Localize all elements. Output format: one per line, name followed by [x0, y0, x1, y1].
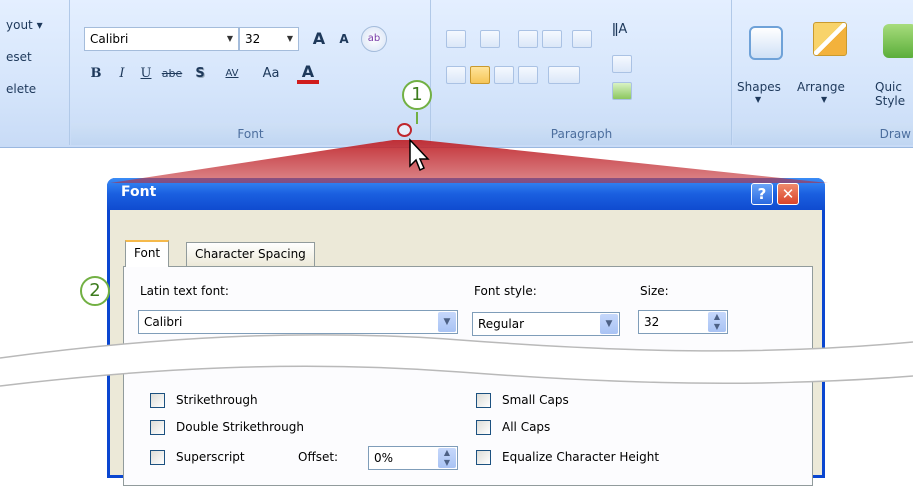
paragraph-group: ǁA Paragraph — [432, 0, 732, 145]
text-direction-icon[interactable]: ǁA — [612, 22, 632, 44]
chevron-down-icon: ▼ — [755, 95, 762, 104]
double-strikethrough-label: Double Strikethrough — [176, 420, 304, 434]
align-right-icon[interactable] — [494, 66, 514, 84]
torn-edge-break — [0, 334, 913, 387]
numbering-icon[interactable] — [480, 30, 500, 48]
font-name-value: Calibri — [90, 32, 129, 46]
callout-1: 1 — [402, 80, 432, 110]
offset-label: Offset: — [298, 450, 339, 464]
line-spacing-icon[interactable] — [572, 30, 592, 48]
bullets-icon[interactable] — [446, 30, 466, 48]
font-group-label: Font — [71, 123, 430, 145]
font-color-button[interactable]: A — [297, 60, 319, 84]
superscript-label: Superscript — [176, 450, 245, 464]
double-strikethrough-checkbox[interactable] — [150, 420, 165, 435]
dialog-title: Font — [121, 184, 157, 200]
shrink-font-button[interactable]: A — [333, 27, 355, 51]
callout-2: 2 — [80, 276, 110, 306]
spinner-arrows-icon[interactable]: ▲ ▼ — [438, 448, 456, 468]
arrange-icon[interactable] — [813, 22, 847, 56]
bold-button[interactable]: B — [85, 62, 107, 86]
equalize-height-checkbox[interactable] — [476, 450, 491, 465]
smartart-icon[interactable] — [612, 82, 632, 100]
chevron-down-icon: ▼ — [821, 95, 828, 104]
latin-font-value: Calibri — [144, 315, 183, 329]
delete-button[interactable]: elete — [6, 82, 36, 96]
columns-icon[interactable] — [548, 66, 580, 84]
grow-font-button[interactable]: A — [307, 27, 331, 51]
size-value: 32 — [644, 315, 660, 329]
shapes-icon[interactable] — [749, 26, 783, 60]
superscript-checkbox[interactable] — [150, 450, 165, 465]
font-style-label: Font style: — [474, 284, 537, 298]
change-case-button[interactable]: Aa — [255, 62, 287, 86]
dialog-titlebar[interactable]: Font ? ✕ — [107, 178, 825, 210]
offset-spinner[interactable]: 0% ▲ ▼ — [368, 446, 458, 470]
callout-1-leader — [416, 112, 418, 124]
close-button[interactable]: ✕ — [777, 183, 799, 205]
chevron-down-icon[interactable]: ▼ — [222, 28, 238, 50]
help-button[interactable]: ? — [751, 183, 773, 205]
font-name-combo[interactable]: Calibri ▼ — [84, 27, 239, 51]
align-text-icon[interactable] — [612, 55, 632, 73]
font-group: Calibri ▼ 32 ▼ A A ab B I U abe S AV Aa … — [71, 0, 431, 145]
font-dialog: Font ? ✕ Font Character Spacing 2 Latin … — [0, 178, 913, 486]
ribbon: yout ▾ eset elete Calibri ▼ 32 ▼ A A ab … — [0, 0, 913, 148]
equalize-height-label: Equalize Character Height — [502, 450, 660, 464]
all-caps-label: All Caps — [502, 420, 551, 434]
shapes-button[interactable]: Shapes — [737, 80, 781, 94]
quick-styles-line2: Style — [875, 94, 906, 108]
drawing-group: Shapes ▼ Arrange ▼ Quic Style Draw — [733, 0, 913, 145]
latin-font-label: Latin text font: — [140, 284, 229, 298]
strikethrough-button[interactable]: abe — [159, 62, 185, 86]
chevron-down-icon[interactable]: ▼ — [282, 28, 298, 50]
slides-group: yout ▾ eset elete — [0, 0, 70, 145]
tab-font[interactable]: Font — [125, 240, 170, 267]
character-spacing-button[interactable]: AV — [215, 62, 249, 86]
tab-character-spacing[interactable]: Character Spacing — [186, 242, 315, 266]
clear-formatting-icon[interactable]: ab — [361, 26, 387, 52]
reset-button[interactable]: eset — [6, 50, 32, 64]
font-size-combo[interactable]: 32 ▼ — [239, 27, 299, 51]
paragraph-group-label: Paragraph — [432, 123, 731, 145]
quick-styles-line1: Quic — [875, 80, 902, 94]
layout-button[interactable]: yout ▾ — [6, 18, 43, 32]
increase-indent-icon[interactable] — [542, 30, 562, 48]
quick-styles-icon[interactable] — [883, 24, 913, 58]
underline-button[interactable]: U — [135, 62, 157, 86]
align-center-icon[interactable] — [470, 66, 490, 84]
arrange-button[interactable]: Arrange — [797, 80, 845, 94]
font-size-value: 32 — [245, 32, 261, 46]
dialog-launcher-icon[interactable] — [397, 123, 412, 137]
mouse-cursor-icon — [409, 138, 430, 172]
size-label: Size: — [640, 284, 669, 298]
decrease-indent-icon[interactable] — [518, 30, 538, 48]
drawing-group-label: Draw — [733, 123, 913, 145]
all-caps-checkbox[interactable] — [476, 420, 491, 435]
quick-styles-button[interactable]: Quic Style — [875, 80, 905, 108]
justify-icon[interactable] — [518, 66, 538, 84]
align-left-icon[interactable] — [446, 66, 466, 84]
italic-button[interactable]: I — [111, 62, 133, 86]
shadow-button[interactable]: S — [189, 62, 211, 86]
offset-value: 0% — [374, 451, 394, 465]
